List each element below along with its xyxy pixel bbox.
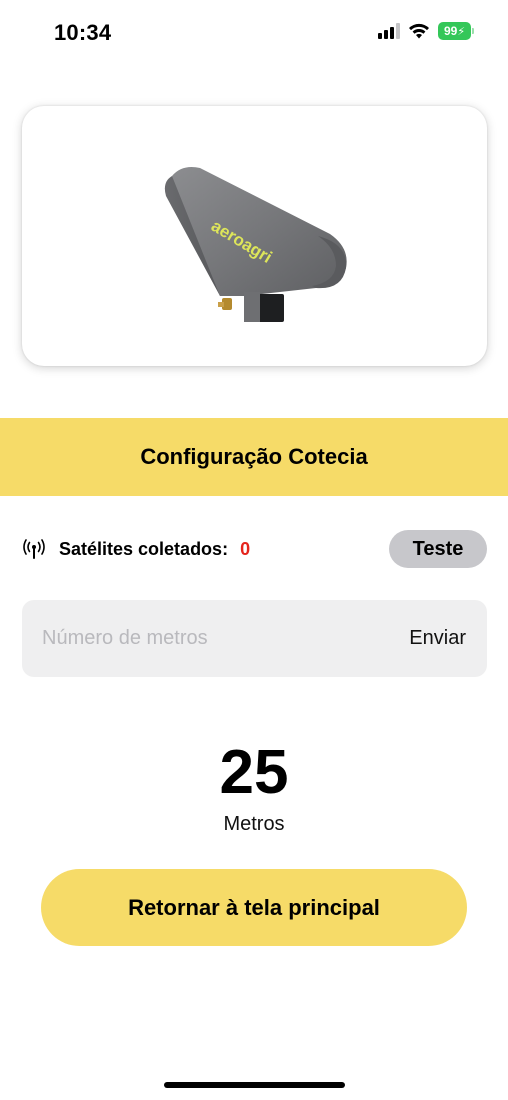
antenna-icon xyxy=(23,539,45,559)
meters-field: Enviar xyxy=(22,600,487,677)
config-banner: Configuração Cotecia xyxy=(0,418,508,496)
meters-unit-label: Metros xyxy=(223,813,285,835)
satellites-row: Satélites coletados: 0 Teste xyxy=(22,530,487,568)
status-bar: 10:34 99 ⚡ xyxy=(0,0,508,70)
send-button[interactable]: Enviar xyxy=(409,627,466,650)
status-icons: 99 ⚡ xyxy=(378,22,474,40)
satellites-label: Satélites coletados: xyxy=(59,538,229,559)
home-indicator[interactable] xyxy=(164,1082,345,1088)
config-title: Configuração Cotecia xyxy=(140,444,368,469)
return-home-button[interactable]: Retornar à tela principal xyxy=(41,869,467,946)
cellular-signal-icon xyxy=(378,23,400,39)
satellites-count: 0 xyxy=(240,538,251,559)
wifi-icon xyxy=(409,23,429,39)
battery-level: 99 xyxy=(443,24,458,38)
battery-charging-icon: 99 ⚡ xyxy=(438,22,474,40)
status-time: 10:34 xyxy=(54,20,112,45)
meters-value: 25 xyxy=(219,738,289,807)
meters-input[interactable] xyxy=(22,600,410,677)
aeroagri-device-image: aeroagri xyxy=(164,167,347,322)
product-image-card: aeroagri xyxy=(22,106,487,366)
test-button[interactable]: Teste xyxy=(389,530,487,568)
charging-bolt-icon: ⚡ xyxy=(457,25,466,38)
